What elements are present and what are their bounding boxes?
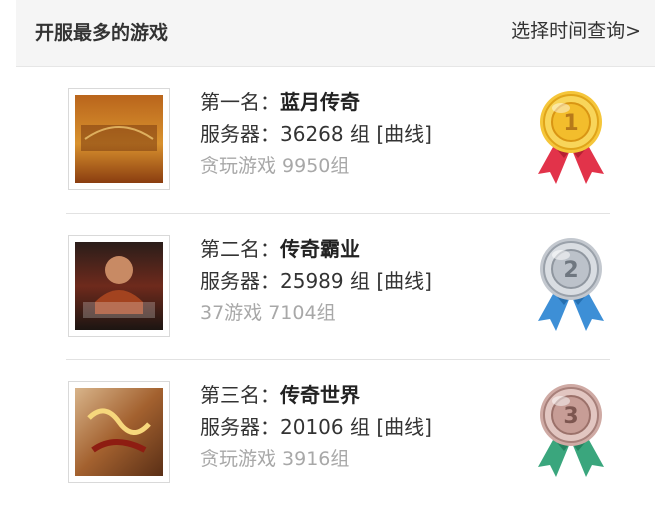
select-time-query-link[interactable]: 选择时间查询> [511,16,641,43]
server-label: 服务器： [200,122,280,146]
game-thumbnail[interactable] [68,235,170,337]
rank-label: 第一名： [200,90,280,114]
game-name[interactable]: 传奇霸业 [280,237,360,261]
game-info: 第二名：传奇霸业 服务器：25989 组 [曲线] 37游戏 7104组 [200,233,500,329]
medal-number: 1 [563,111,578,136]
rank-line: 第二名：传奇霸业 [200,233,500,265]
game-info: 第三名：传奇世界 服务器：20106 组 [曲线] 贪玩游戏 3916组 [200,379,500,475]
server-line: 服务器：25989 组 [曲线] [200,265,500,297]
rank-label: 第二名： [200,237,280,261]
game-info: 第一名：蓝月传奇 服务器：36268 组 [曲线] 贪玩游戏 9950组 [200,86,500,182]
curve-link[interactable]: [曲线] [376,269,432,293]
game-thumbnail[interactable] [68,381,170,483]
server-count: 25989 组 [280,269,370,293]
rank-line: 第三名：传奇世界 [200,379,500,411]
bronze-medal-icon: 3 [528,381,614,481]
curve-link[interactable]: [曲线] [376,415,432,439]
game-thumbnail[interactable] [68,88,170,190]
section-header: 开服最多的游戏 选择时间查询> [16,0,655,67]
game-list-item[interactable]: 第二名：传奇霸业 服务器：25989 组 [曲线] 37游戏 7104组 2 [66,213,610,359]
server-line: 服务器：36268 组 [曲线] [200,118,500,150]
gold-medal-icon: 1 [528,88,614,188]
game-list-item[interactable]: 第一名：蓝月传奇 服务器：36268 组 [曲线] 贪玩游戏 9950组 1 [66,66,610,212]
platform-stat: 贪玩游戏 3916组 [200,448,350,470]
server-line: 服务器：20106 组 [曲线] [200,411,500,443]
silver-medal-icon: 2 [528,235,614,335]
server-label: 服务器： [200,269,280,293]
game-name[interactable]: 蓝月传奇 [280,90,360,114]
medal-number: 2 [563,258,578,283]
section-title: 开服最多的游戏 [35,22,169,44]
server-label: 服务器： [200,415,280,439]
rank-label: 第三名： [200,383,280,407]
platform-stat: 37游戏 7104组 [200,302,336,324]
server-count: 36268 组 [280,122,370,146]
curve-link[interactable]: [曲线] [376,122,432,146]
game-name[interactable]: 传奇世界 [280,383,360,407]
medal-number: 3 [563,404,578,429]
platform-stat: 贪玩游戏 9950组 [200,155,350,177]
game-list-item[interactable]: 第三名：传奇世界 服务器：20106 组 [曲线] 贪玩游戏 3916组 3 [66,359,610,505]
server-count: 20106 组 [280,415,370,439]
rank-line: 第一名：蓝月传奇 [200,86,500,118]
